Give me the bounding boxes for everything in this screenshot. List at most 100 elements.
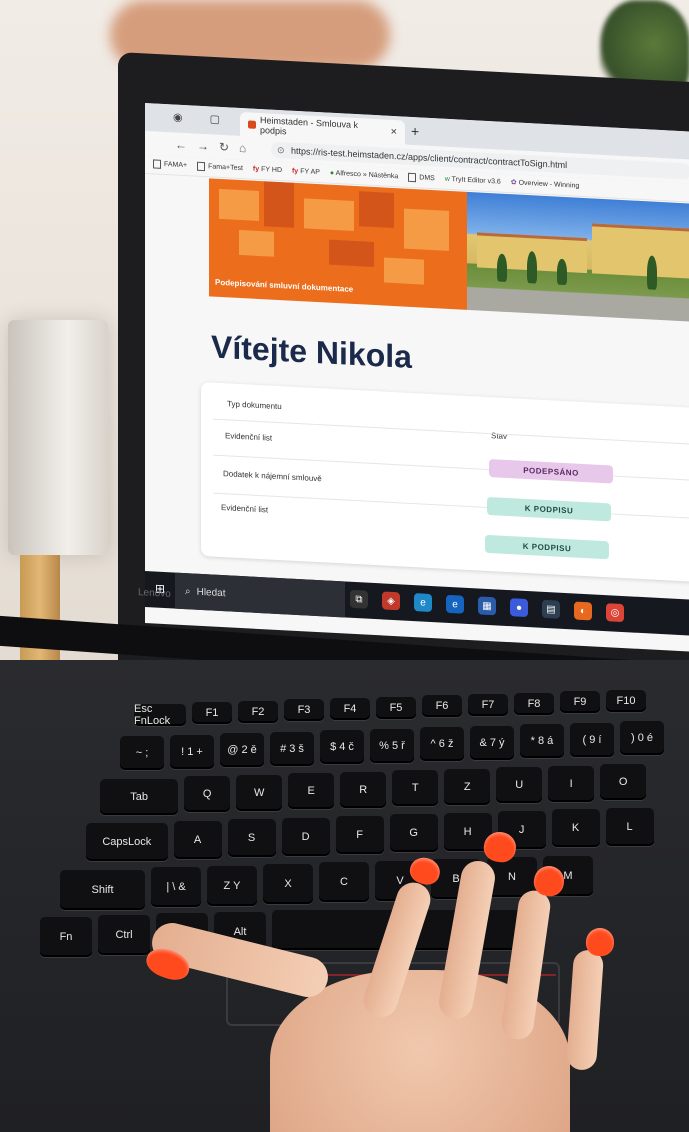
key-tab[interactable]: Tab — [100, 779, 179, 815]
key-4[interactable]: $ 4 č — [320, 730, 364, 764]
key-s[interactable]: S — [227, 819, 276, 857]
key-e[interactable]: E — [288, 773, 335, 809]
key-6[interactable]: ^ 6 ž — [420, 727, 464, 761]
pattern-block — [359, 191, 394, 229]
bookmark-item[interactable]: ● Alfresco » Nástěnka — [330, 165, 398, 187]
key-f[interactable]: F — [335, 816, 384, 854]
chrome-icon[interactable]: ◎ — [606, 603, 624, 623]
key-o[interactable]: O — [600, 764, 647, 800]
key-k[interactable]: K — [551, 809, 600, 847]
row-divider — [213, 492, 689, 520]
key-capslock[interactable]: CapsLock — [86, 823, 168, 861]
windows-taskbar: ⊞ ⌕ Hledat ⧉ ◈ e e ▦ ● ▤ ◐ ◎ — [145, 571, 689, 637]
key-f4[interactable]: F4 — [330, 698, 370, 720]
page-icon — [197, 161, 206, 171]
key-t[interactable]: T — [392, 770, 439, 806]
tree-shape — [497, 253, 507, 282]
photo-scene: ◉ ▢ ▣ Heimstaden - Smlouva k podpis × + … — [0, 0, 689, 1132]
bookmark-item[interactable]: fy FY HD — [253, 161, 282, 181]
security-icon[interactable]: ◈ — [382, 591, 400, 611]
laptop-brand-logo: Lenovo — [138, 587, 171, 600]
teams-icon[interactable]: ● — [510, 598, 528, 618]
key-g[interactable]: G — [389, 814, 438, 852]
key-f10[interactable]: F10 — [606, 690, 646, 712]
key-w[interactable]: W — [236, 775, 283, 811]
pattern-block — [404, 208, 449, 251]
overview-icon: ✿ — [510, 179, 517, 187]
ie-icon[interactable]: e — [446, 594, 464, 614]
key-f1[interactable]: F1 — [192, 702, 232, 724]
status-badge[interactable]: K PODPISU — [485, 534, 609, 560]
close-icon[interactable]: × — [391, 126, 397, 138]
status-badge: PODEPSÁNO — [489, 459, 613, 484]
page-icon — [153, 159, 161, 169]
key-d[interactable]: D — [281, 818, 330, 856]
key-i[interactable]: I — [548, 766, 595, 802]
key-0[interactable]: ) 0 é — [620, 721, 664, 755]
key-esc-fnlock[interactable]: Esc FnLock — [134, 703, 186, 727]
table-row-type: Evidenční list — [221, 502, 269, 515]
key-shift[interactable]: Shift — [60, 870, 145, 910]
w3-icon: w — [444, 175, 450, 183]
key-9[interactable]: ( 9 í — [570, 723, 614, 757]
key-f7[interactable]: F7 — [468, 694, 508, 716]
pattern-block — [384, 257, 424, 285]
key-fn[interactable]: Fn — [40, 917, 92, 957]
key-r[interactable]: R — [340, 772, 387, 808]
key-ctrl[interactable]: Ctrl — [98, 915, 150, 955]
documents-table: Typ dokumentu Stav Evidenční list Dodate… — [201, 381, 689, 583]
key-7[interactable]: & 7 ý — [470, 726, 514, 760]
fy-icon: fy — [252, 165, 260, 173]
laptop-screen: ◉ ▢ ▣ Heimstaden - Smlouva k podpis × + … — [145, 103, 689, 653]
key-f5[interactable]: F5 — [376, 697, 416, 719]
status-badge[interactable]: K PODPISU — [487, 496, 611, 522]
fy-icon: fy — [291, 167, 299, 176]
hand — [142, 829, 630, 1132]
key-l[interactable]: L — [605, 808, 654, 846]
favicon-icon — [248, 120, 256, 129]
tree-shape — [527, 251, 537, 284]
taskbar-apps: ⧉ ◈ e e ▦ ● ▤ ◐ ◎ — [350, 589, 624, 623]
table-row-type: Dodatek k nájemní smlouvě — [223, 469, 322, 484]
firefox-icon[interactable]: ◐ — [574, 601, 592, 621]
hero-banner-pattern: Podepisování smluvní dokumentace — [209, 178, 467, 310]
key-f9[interactable]: F9 — [560, 691, 600, 713]
key-5[interactable]: % 5 ř — [370, 729, 414, 763]
key-f8[interactable]: F8 — [514, 693, 554, 715]
new-tab-icon[interactable]: + — [411, 123, 419, 139]
key-u[interactable]: U — [496, 767, 543, 803]
table-row-type: Evidenční list — [225, 431, 273, 443]
hero-photo-building — [467, 191, 689, 323]
background-lamp-shade — [8, 320, 108, 555]
bookmark-item[interactable]: FAMA+ — [153, 155, 187, 175]
key-f2[interactable]: F2 — [238, 701, 278, 723]
bookmark-item[interactable]: w TryIt Editor v3.6 — [445, 171, 501, 192]
key-a[interactable]: A — [173, 821, 222, 859]
key-z[interactable]: Z — [444, 769, 491, 805]
key-f3[interactable]: F3 — [284, 699, 324, 721]
hero-caption: Podepisování smluvní dokumentace — [215, 277, 354, 294]
key-2[interactable]: @ 2 ě — [220, 733, 264, 767]
lock-icon: ⊙ — [277, 144, 285, 156]
key-[interactable]: ~ ; — [120, 736, 164, 770]
task-view-icon[interactable]: ⧉ — [350, 589, 368, 609]
row-divider — [213, 418, 689, 446]
calculator-icon[interactable]: ▤ — [542, 599, 560, 619]
key-8[interactable]: * 8 á — [520, 724, 564, 758]
bookmark-item[interactable]: Fama+Test — [197, 158, 243, 178]
alfresco-icon: ● — [329, 169, 335, 177]
key-1[interactable]: ! 1 + — [170, 735, 214, 769]
bookmark-item[interactable]: ✿ Overview - Winning — [511, 174, 580, 196]
nav-buttons-icon[interactable]: ←→↻⌂ — [175, 138, 256, 156]
column-header-type: Typ dokumentu — [227, 399, 282, 412]
bookmark-item[interactable]: fy FY AP — [292, 163, 320, 182]
network-icon[interactable]: ▦ — [478, 596, 496, 616]
key-3[interactable]: # 3 š — [270, 732, 314, 766]
taskbar-search[interactable]: ⌕ Hledat — [175, 572, 345, 618]
search-label: Hledat — [196, 586, 226, 599]
key-q[interactable]: Q — [184, 776, 231, 812]
bookmark-item[interactable]: DMS — [408, 169, 435, 188]
key-f6[interactable]: F6 — [422, 695, 462, 717]
edge-icon[interactable]: e — [414, 593, 432, 613]
pattern-block — [329, 239, 374, 268]
